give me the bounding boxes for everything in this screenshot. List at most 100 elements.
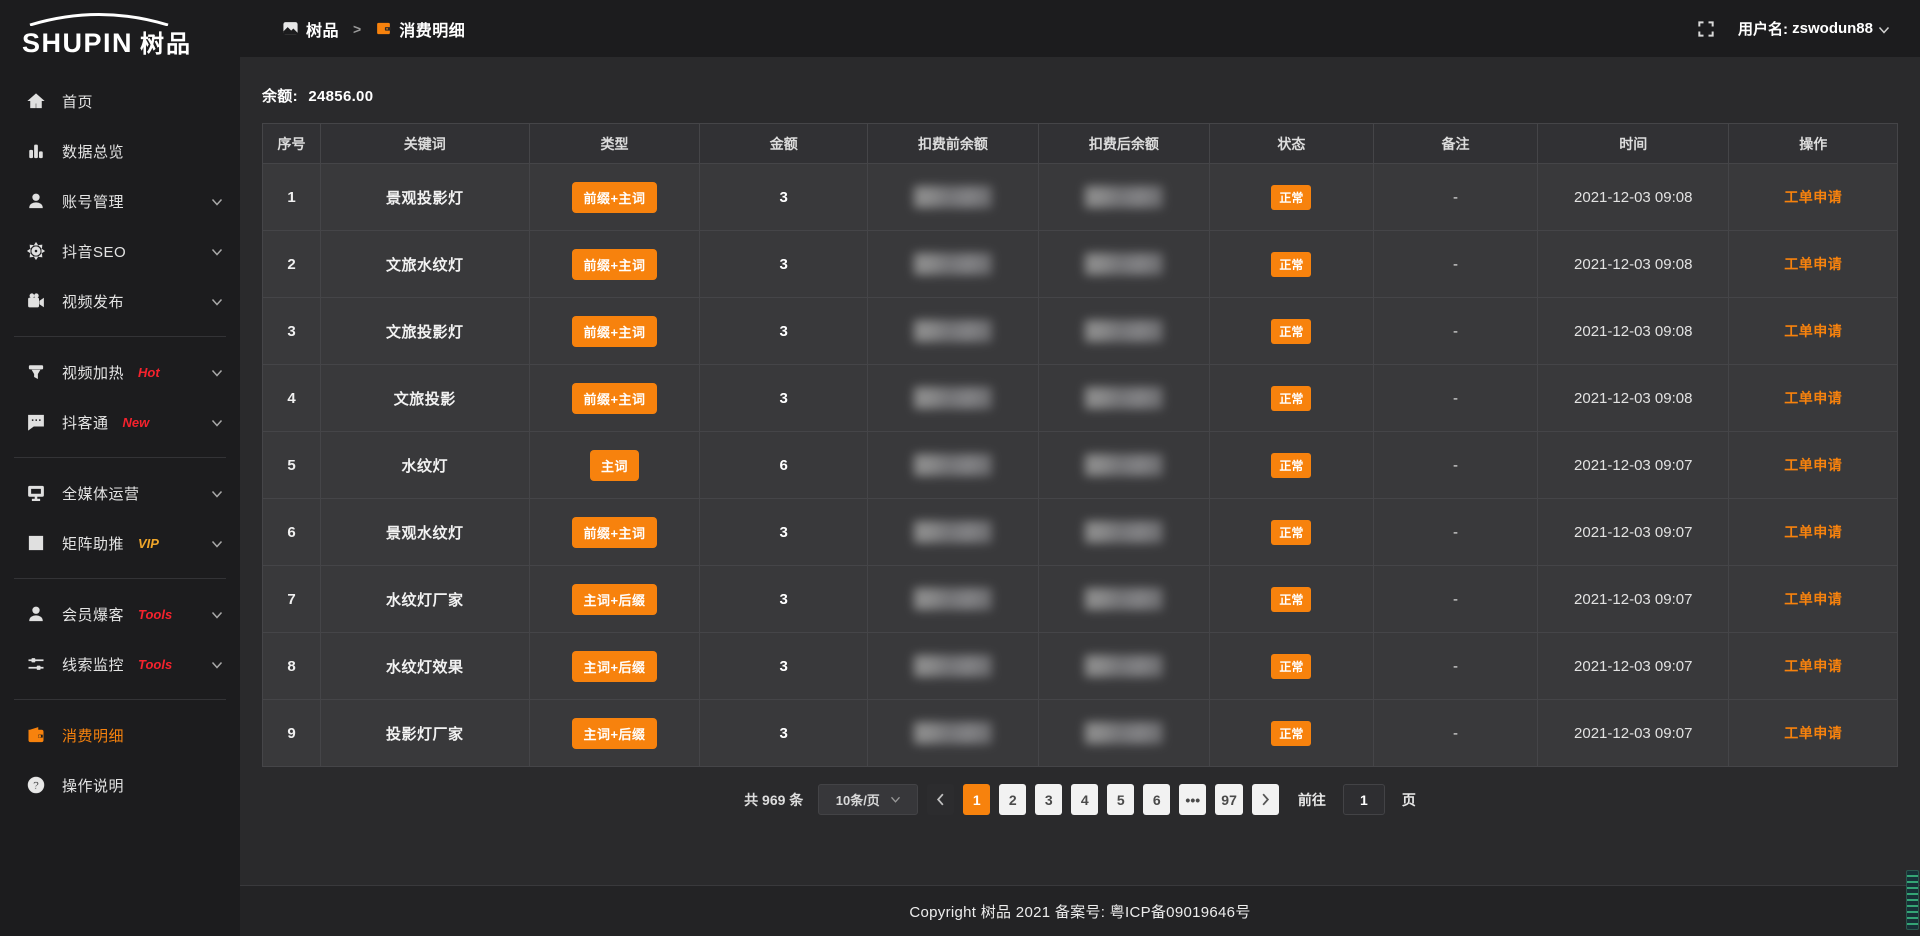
sidebar-item-数据总览[interactable]: 数据总览 — [0, 126, 240, 176]
work-order-link[interactable]: 工单申请 — [1784, 522, 1842, 542]
heat-icon — [26, 363, 45, 382]
note-text: - — [1453, 189, 1458, 206]
keyword-text: 水纹灯厂家 — [386, 589, 464, 610]
cell-action: 工单申请 — [1729, 231, 1897, 298]
sliders-icon — [26, 655, 45, 674]
cell-time: 2021-12-03 09:08 — [1538, 164, 1729, 231]
cell-index: 6 — [263, 499, 321, 566]
goto-page-input[interactable] — [1343, 784, 1385, 815]
work-order-link[interactable]: 工单申请 — [1784, 388, 1842, 408]
breadcrumb-item-current[interactable]: 消费明细 — [375, 17, 465, 41]
cell-status: 正常 — [1210, 700, 1374, 767]
work-order-link[interactable]: 工单申请 — [1784, 321, 1842, 341]
sidebar-item-账号管理[interactable]: 账号管理 — [0, 176, 240, 226]
note-text: - — [1453, 658, 1458, 675]
sidebar-item-会员爆客[interactable]: 会员爆客Tools — [0, 589, 240, 639]
page-button-97[interactable]: 97 — [1215, 784, 1243, 815]
type-badge: 前缀+主词 — [572, 249, 656, 280]
cell-time: 2021-12-03 09:07 — [1538, 633, 1729, 700]
row-index: 6 — [287, 524, 295, 541]
cell-action: 工单申请 — [1729, 700, 1897, 767]
work-order-link[interactable]: 工单申请 — [1784, 589, 1842, 609]
page-button-2[interactable]: 2 — [999, 784, 1026, 815]
work-order-link[interactable]: 工单申请 — [1784, 187, 1842, 207]
keyword-text: 景观水纹灯 — [386, 522, 464, 543]
cell-balance-after — [1039, 432, 1210, 499]
sidebar-item-label: 操作说明 — [62, 775, 124, 796]
cell-amount: 3 — [700, 365, 868, 432]
user-menu[interactable]: 用户名: zswodun88 — [1738, 18, 1890, 39]
cell-balance-after — [1039, 566, 1210, 633]
sidebar-item-线索监控[interactable]: 线索监控Tools — [0, 639, 240, 689]
page-button-3[interactable]: 3 — [1035, 784, 1062, 815]
sidebar-item-tag: Tools — [138, 607, 172, 622]
note-text: - — [1453, 256, 1458, 273]
sidebar-item-抖音SEO[interactable]: 抖音SEO — [0, 226, 240, 276]
page-button-5[interactable]: 5 — [1107, 784, 1134, 815]
sidebar-item-矩阵助推[interactable]: 矩阵助推VIP — [0, 518, 240, 568]
sidebar-item-消费明细[interactable]: 消费明细 — [0, 710, 240, 760]
amount-value: 6 — [780, 457, 788, 474]
sidebar-item-全媒体运营[interactable]: 全媒体运营 — [0, 468, 240, 518]
main-content: 余额: 24856.00 序号关键词类型金额扣费前余额扣费后余额状态备注时间操作… — [240, 57, 1920, 936]
page-ellipsis-button[interactable]: ••• — [1179, 784, 1206, 815]
type-badge: 前缀+主词 — [572, 517, 656, 548]
sidebar-item-label: 抖音SEO — [62, 241, 126, 262]
balance-after-redacted — [1085, 387, 1163, 409]
cell-index: 5 — [263, 432, 321, 499]
balance-before-redacted — [914, 320, 992, 342]
logo-brand-cn: 树品 — [140, 24, 192, 59]
page-button-1[interactable]: 1 — [963, 784, 990, 815]
amount-value: 3 — [780, 256, 788, 273]
work-order-link[interactable]: 工单申请 — [1784, 656, 1842, 676]
sidebar-item-label: 线索监控 — [62, 654, 124, 675]
prev-page-button[interactable] — [927, 784, 954, 815]
page-button-4[interactable]: 4 — [1071, 784, 1098, 815]
balance-before-redacted — [914, 655, 992, 677]
logo: SHUPIN 树品 — [0, 0, 240, 62]
work-order-link[interactable]: 工单申请 — [1784, 455, 1842, 475]
sidebar-item-label: 视频加热 — [62, 362, 124, 383]
next-page-button[interactable] — [1252, 784, 1279, 815]
sidebar-item-操作说明[interactable]: ?操作说明 — [0, 760, 240, 810]
sidebar-item-tag: New — [123, 415, 150, 430]
type-badge: 主词+后缀 — [572, 584, 656, 615]
cell-type: 主词 — [530, 432, 701, 499]
chevron-left-icon — [936, 793, 945, 806]
work-order-link[interactable]: 工单申请 — [1784, 254, 1842, 274]
sidebar-item-首页[interactable]: 首页 — [0, 76, 240, 126]
page-button-6[interactable]: 6 — [1143, 784, 1170, 815]
status-badge: 正常 — [1271, 386, 1311, 411]
cell-balance-before — [868, 231, 1039, 298]
cell-balance-before — [868, 164, 1039, 231]
wallet-icon — [26, 726, 45, 745]
page-size-select[interactable]: 10条/页 — [818, 784, 918, 815]
column-header: 序号 — [263, 124, 321, 164]
sidebar-item-视频加热[interactable]: 视频加热Hot — [0, 347, 240, 397]
gear-icon — [26, 242, 45, 261]
keyword-text: 投影灯厂家 — [386, 723, 464, 744]
type-badge: 主词 — [590, 450, 639, 481]
balance-before-redacted — [914, 387, 992, 409]
chevron-down-icon — [211, 607, 223, 625]
breadcrumb-item-home[interactable]: 树品 — [282, 17, 339, 41]
status-badge: 正常 — [1271, 721, 1311, 746]
keyword-text: 文旅投影 — [394, 388, 456, 409]
cell-balance-before — [868, 566, 1039, 633]
wallet-icon — [375, 20, 392, 37]
time-text: 2021-12-03 09:08 — [1574, 189, 1692, 206]
cell-keyword: 文旅水纹灯 — [321, 231, 530, 298]
balance-label: 余额: — [262, 88, 298, 105]
fullscreen-icon[interactable] — [1696, 19, 1716, 39]
balance-value: 24856.00 — [308, 88, 373, 105]
cell-note: - — [1374, 432, 1538, 499]
sidebar-item-抖客通[interactable]: 抖客通New — [0, 397, 240, 447]
sidebar-item-视频发布[interactable]: 视频发布 — [0, 276, 240, 326]
table-row: 3文旅投影灯前缀+主词3正常-2021-12-03 09:08工单申请 — [263, 298, 1897, 365]
work-order-link[interactable]: 工单申请 — [1784, 723, 1842, 743]
cell-balance-before — [868, 298, 1039, 365]
cell-time: 2021-12-03 09:07 — [1538, 566, 1729, 633]
status-badge: 正常 — [1271, 654, 1311, 679]
cell-status: 正常 — [1210, 365, 1374, 432]
cell-note: - — [1374, 566, 1538, 633]
